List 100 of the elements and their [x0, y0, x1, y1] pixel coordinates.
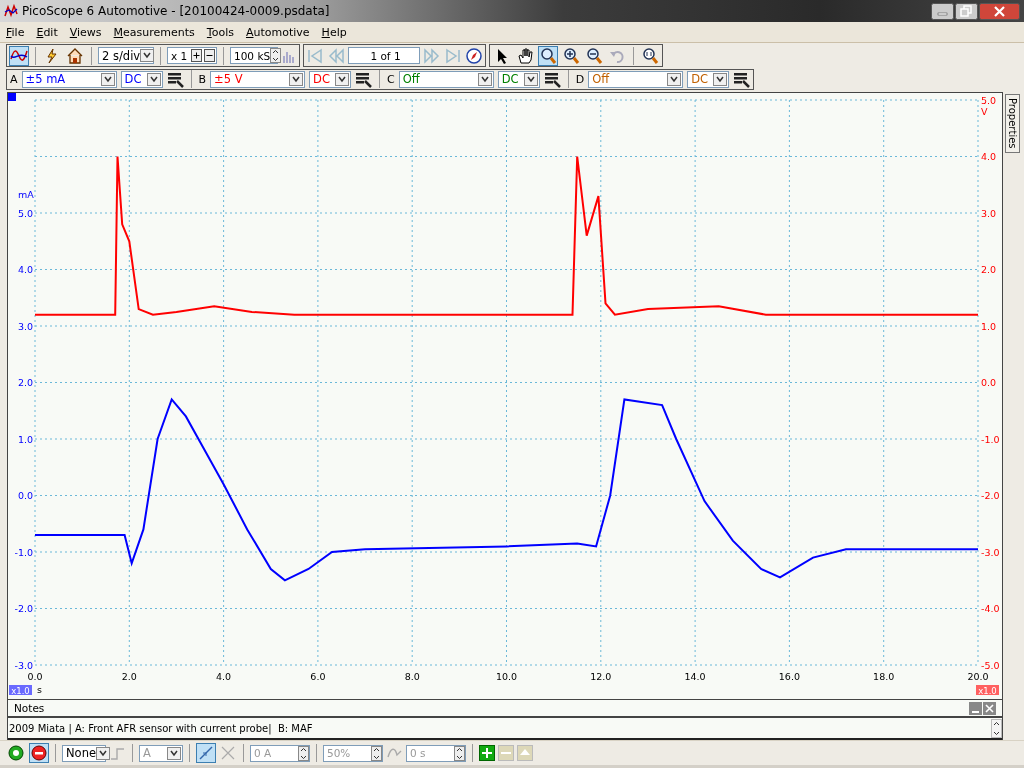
menu-item[interactable]: Edit: [36, 24, 58, 40]
range-dropdown[interactable]: Off: [398, 70, 494, 88]
menu-item[interactable]: Measurements: [113, 24, 195, 40]
axis-tick-label: -2.0: [14, 603, 33, 614]
axis-tick-label: -2.0: [981, 490, 1000, 501]
spin-icon[interactable]: [371, 745, 382, 761]
timebase-dropdown[interactable]: 2 s/div: [98, 47, 154, 64]
axis-tick-label: 2.0: [121, 671, 137, 682]
axis-tick-label: 20.0: [967, 671, 989, 682]
zoom-button[interactable]: [538, 45, 558, 66]
app-icon: [4, 4, 18, 18]
hand-button[interactable]: [515, 45, 535, 66]
axis-tick-label: 0.0: [27, 671, 43, 682]
axis-tick-label: -5.0: [981, 659, 1000, 671]
stop-icon: [30, 744, 48, 762]
panel-title: Notes: [14, 702, 45, 714]
channel-label: D: [575, 72, 585, 86]
axis-tick-label: 8.0: [404, 671, 420, 682]
stop-button[interactable]: [29, 743, 49, 763]
axis-tick-label: 3.0: [17, 320, 33, 332]
axis-tick-label: 2.0: [17, 377, 33, 388]
zoom-in-button[interactable]: [561, 45, 581, 66]
channel-label: C: [387, 72, 395, 86]
spin-icon[interactable]: [454, 745, 465, 761]
axis-tick-label: 6.0: [310, 671, 326, 682]
marker-icon: [8, 93, 16, 101]
plus-icon[interactable]: [191, 49, 202, 62]
rising-edge-icon: [197, 744, 215, 762]
axis-tick-label: 4.0: [981, 151, 997, 162]
axis-tick-label: 5.0: [17, 207, 33, 219]
compass-icon[interactable]: [465, 46, 483, 65]
axis-zoom-badge: x1.0: [976, 685, 999, 696]
add-icon[interactable]: [479, 745, 495, 761]
zoom-out-icon: [585, 46, 603, 65]
minus-icon[interactable]: [204, 49, 215, 62]
rising-edge-button[interactable]: [196, 743, 216, 763]
caret-icon: [167, 746, 181, 760]
menu-item[interactable]: Tools: [206, 24, 234, 40]
caret-icon: [146, 72, 161, 86]
range-dropdown[interactable]: ±5 V: [210, 70, 306, 88]
caret-icon: [96, 746, 110, 760]
menu-item[interactable]: Help: [321, 24, 347, 40]
axis-tick-label: -1.0: [981, 433, 1000, 445]
axis-tick-label: -1.0: [14, 546, 33, 558]
axis-unit: s: [37, 684, 42, 695]
zoom-in-icon: [562, 46, 580, 65]
notes-text[interactable]: 2009 Miata | A: Front AFR sensor with current probe| B: MAF: [9, 722, 991, 734]
axis-tick-label: 4.0: [216, 671, 232, 682]
axis-tick-label: 16.0: [778, 671, 800, 682]
zoom-out-button[interactable]: [584, 45, 604, 66]
buffer-field[interactable]: 1 of 1: [348, 47, 420, 64]
zoom-button[interactable]: [640, 45, 660, 66]
zoom-icon: [641, 46, 659, 65]
zoom-icon: [539, 46, 557, 65]
axis-tick-label: 14.0: [684, 671, 706, 682]
coupling-dropdown[interactable]: DC: [687, 70, 730, 88]
axis-unit: V: [981, 106, 988, 117]
start-button[interactable]: [6, 743, 26, 763]
range-dropdown[interactable]: Off: [588, 70, 684, 88]
axis-tick-label: -4.0: [981, 603, 1000, 614]
axis-tick-label: 2.0: [981, 264, 997, 275]
range-dropdown[interactable]: ±5 mA: [21, 70, 117, 88]
axis-tick-label: 1.0: [17, 433, 33, 445]
caret-icon: [523, 72, 538, 86]
caret-icon: [289, 72, 304, 86]
coupling-dropdown[interactable]: DC: [120, 70, 163, 88]
caret-icon: [713, 72, 728, 86]
axis-tick-label: 5.0: [981, 94, 997, 106]
restore-icon[interactable]: [955, 2, 978, 20]
caret-icon: [140, 49, 155, 62]
menu-item[interactable]: Views: [69, 24, 102, 40]
minimize-icon[interactable]: [931, 2, 954, 20]
axis-zoom-badge: x1.0: [9, 685, 32, 696]
start-icon: [7, 744, 25, 762]
coupling-dropdown[interactable]: DC: [497, 70, 540, 88]
home-icon: [66, 46, 84, 65]
scope-mode-button[interactable]: [9, 45, 29, 66]
menu-item[interactable]: File: [6, 24, 25, 40]
caret-icon: [335, 72, 350, 86]
menu-item[interactable]: Automotive: [245, 24, 310, 40]
axis-tick-label: 3.0: [981, 207, 997, 219]
side-tab[interactable]: Properties: [1005, 94, 1020, 153]
coupling-dropdown[interactable]: DC: [309, 70, 352, 88]
axis-tick-label: -3.0: [981, 546, 1000, 558]
zoom-factor: x 1: [170, 49, 189, 62]
caret-icon: [477, 72, 492, 86]
axis-tick-label: 1.0: [981, 320, 997, 332]
close-icon[interactable]: [979, 2, 1020, 20]
channel-label: A: [10, 72, 18, 86]
axis-tick-label: 0.0: [17, 490, 33, 501]
channel-label: B: [198, 72, 207, 86]
spin-icon[interactable]: [298, 745, 309, 761]
axis-tick-label: 10.0: [495, 671, 518, 682]
spin-icon[interactable]: [270, 48, 282, 63]
minimize-icon[interactable]: [969, 701, 982, 715]
samples-field[interactable]: 100 kS: [230, 47, 278, 64]
caret-icon: [667, 72, 682, 86]
caret-icon: [100, 72, 115, 86]
scroll-arrows-icon[interactable]: [991, 718, 1002, 738]
axis-tick-label: 4.0: [17, 264, 33, 275]
